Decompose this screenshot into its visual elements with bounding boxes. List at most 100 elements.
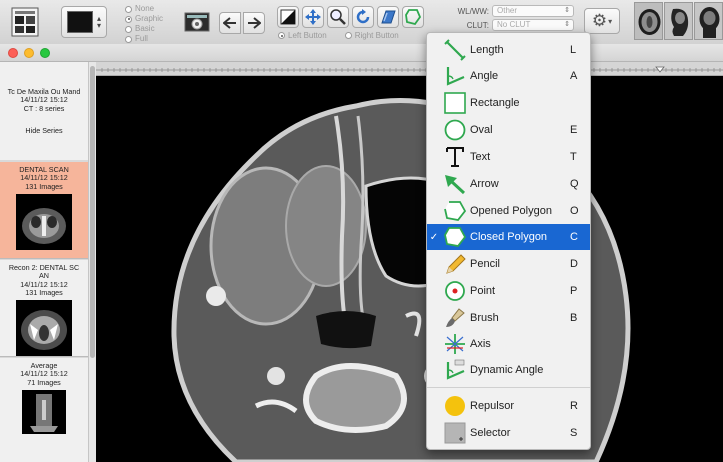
wlww-select[interactable]: Other ⇕: [492, 5, 574, 17]
database-icon: [11, 7, 39, 37]
axis-icon: [441, 331, 469, 357]
checkmark-icon: ✓: [429, 231, 439, 243]
series-panel: Tc De Maxila Ou Mand 14/11/12 15:12 CT :…: [0, 62, 96, 462]
window-level-icon: [280, 9, 296, 25]
dynamic-angle-icon: [441, 357, 469, 383]
image-viewer[interactable]: [96, 62, 723, 462]
menu-item-repulsor[interactable]: Repulsor R: [427, 393, 590, 419]
slice-ruler[interactable]: [96, 62, 723, 76]
menu-item-pencil[interactable]: Pencil D: [427, 251, 590, 277]
previous-button[interactable]: [219, 12, 241, 34]
series-item[interactable]: Recon 2: DENTAL SC AN 14/11/12 15:12 131…: [0, 260, 88, 357]
sagittal-view-button[interactable]: [664, 2, 693, 40]
arrow-left-icon: [223, 17, 236, 29]
menu-item-closed-polygon[interactable]: ✓ Closed Polygon C: [427, 224, 590, 250]
oval-icon: [441, 117, 469, 143]
menu-item-text[interactable]: Text T: [427, 144, 590, 170]
menu-separator: [427, 387, 590, 388]
rotate-tool[interactable]: [352, 6, 374, 28]
ruler-ticks: [96, 66, 723, 73]
study-info[interactable]: Tc De Maxila Ou Mand 14/11/12 15:12 CT :…: [0, 62, 88, 160]
database-button[interactable]: [8, 6, 42, 38]
window-level-tool[interactable]: [277, 6, 299, 28]
roi-tools-menu: Length L Angle A Rectangle Oval E Text T: [426, 32, 591, 450]
menu-item-opened-polygon[interactable]: Opened Polygon O: [427, 198, 590, 224]
menu-item-selector[interactable]: Selector S: [427, 420, 590, 446]
toolbar: ▴▾ None Graphic Basic Full ⌄: [0, 0, 723, 44]
layout-button[interactable]: ▴ ▾: [61, 6, 107, 38]
angle-icon: [441, 63, 469, 89]
pencil-icon: [441, 251, 469, 277]
move-icon: [305, 9, 321, 25]
sagittal-head-icon: [665, 3, 692, 39]
stack-icon: [381, 10, 396, 24]
coronal-head-icon: [695, 3, 722, 39]
series-scrollbar[interactable]: [88, 62, 96, 462]
left-button-radio[interactable]: Left Button: [278, 31, 327, 40]
series-thumbnail: [22, 390, 66, 435]
menu-item-arrow[interactable]: Arrow Q: [427, 171, 590, 197]
right-button-radio[interactable]: Right Button: [344, 31, 399, 40]
move-tool[interactable]: [302, 6, 324, 28]
opened-polygon-icon: [441, 198, 469, 224]
settings-button[interactable]: ⚙ ▾: [584, 8, 620, 34]
film-button[interactable]: [184, 9, 210, 35]
rectangle-icon: [441, 90, 469, 116]
axial-view-button[interactable]: [634, 2, 663, 40]
scrollbar-thumb[interactable]: [90, 66, 95, 358]
overlay-none[interactable]: None: [125, 4, 163, 14]
mouse-button-options: Left Button Right Button: [278, 31, 399, 40]
zoom-tool[interactable]: [327, 6, 349, 28]
menu-item-axis[interactable]: Axis: [427, 331, 590, 357]
series-item[interactable]: DENTAL SCAN 14/11/12 15:12 131 Images: [0, 162, 88, 259]
menu-item-length[interactable]: Length L: [427, 37, 590, 63]
layout-preview-icon: [66, 11, 93, 33]
coronal-view-button[interactable]: [694, 2, 723, 40]
point-icon: [441, 278, 469, 304]
series-item[interactable]: Average 14/11/12 15:12 71 Images: [0, 358, 88, 462]
length-icon: [441, 37, 469, 63]
overlay-basic[interactable]: Basic: [125, 24, 163, 34]
roi-tool-button[interactable]: [402, 6, 424, 28]
next-button[interactable]: [243, 12, 265, 34]
gear-icon: ⚙: [591, 11, 608, 30]
clut-label: CLUT:: [466, 21, 489, 30]
closed-polygon-icon: [441, 224, 469, 250]
select-arrow-icon: ⇕: [564, 21, 570, 28]
series-count: 131 Images: [25, 288, 63, 298]
menu-item-rectangle[interactable]: Rectangle: [427, 90, 590, 116]
wlww-label: WL/WW:: [457, 7, 489, 16]
menu-item-angle[interactable]: Angle A: [427, 63, 590, 89]
clut-select[interactable]: No CLUT ⇕: [492, 19, 574, 31]
selector-icon: [441, 420, 469, 446]
chevron-down-icon: ▾: [608, 16, 613, 26]
rotate-icon: [356, 9, 370, 24]
ct-axial-slice: [171, 97, 631, 462]
menu-item-brush[interactable]: Brush B: [427, 305, 590, 331]
menu-item-oval[interactable]: Oval E: [427, 117, 590, 143]
study-modality: CT : 8 series: [23, 103, 65, 113]
closed-polygon-icon: [405, 9, 422, 26]
zoom-window-button[interactable]: [40, 48, 50, 58]
series-thumbnail: [16, 194, 72, 251]
close-window-button[interactable]: [8, 48, 18, 58]
overlay-graphic[interactable]: Graphic: [125, 14, 163, 24]
arrow-right-icon: [248, 17, 261, 29]
scroll-tool[interactable]: [377, 6, 399, 28]
hide-series-button[interactable]: Hide Series: [0, 126, 88, 135]
overlay-full[interactable]: Full: [125, 34, 163, 44]
window-titlebar: [0, 44, 723, 62]
repulsor-icon: [441, 393, 469, 419]
text-icon: [441, 144, 469, 170]
brush-icon: [441, 305, 469, 331]
overlay-options: None Graphic Basic Full: [125, 4, 163, 44]
axial-head-icon: [635, 3, 662, 39]
stepper-icon: ▴ ▾: [96, 14, 101, 30]
film-icon: [184, 12, 210, 32]
arrow-icon: [441, 171, 469, 197]
series-count: 71 Images: [27, 377, 61, 387]
select-arrow-icon: ⇕: [564, 7, 570, 14]
minimize-window-button[interactable]: [24, 48, 34, 58]
menu-item-dynamic-angle[interactable]: Dynamic Angle: [427, 357, 590, 383]
menu-item-point[interactable]: Point P: [427, 278, 590, 304]
